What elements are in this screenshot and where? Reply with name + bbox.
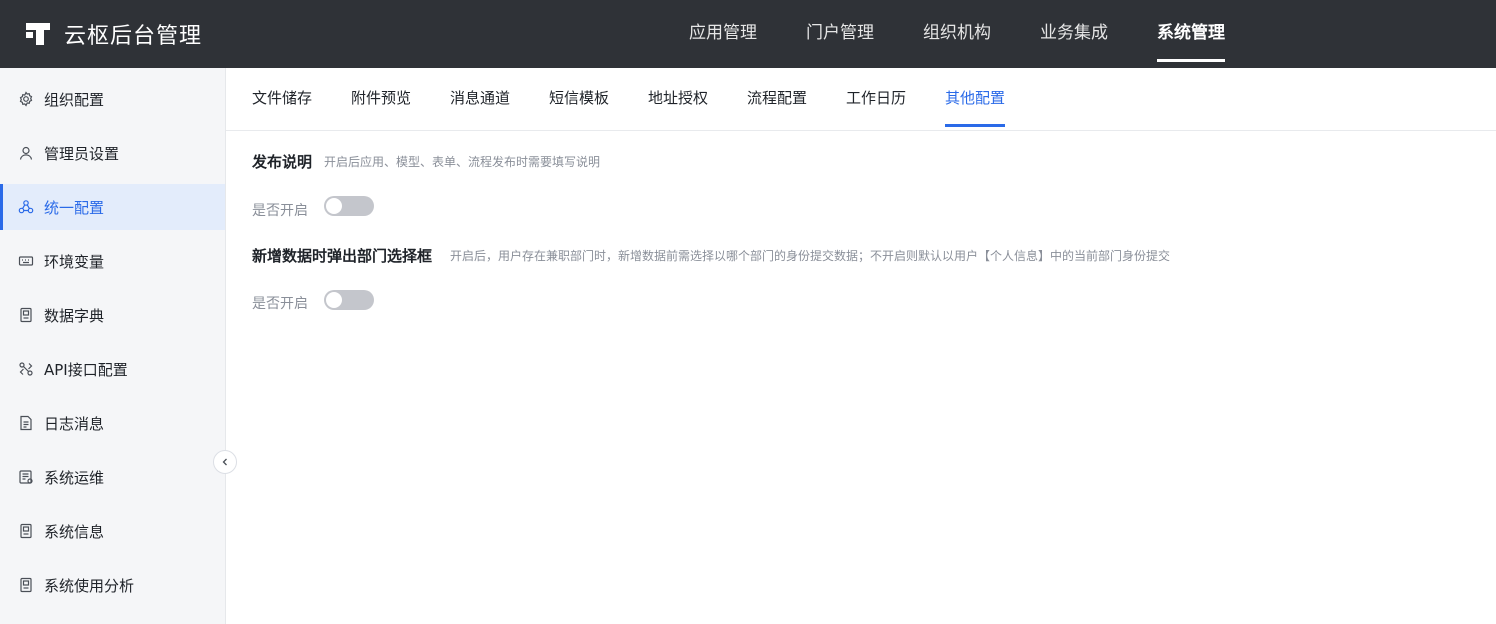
- toggle-label-department-selector: 是否开启: [252, 296, 308, 312]
- sidebar-item-log-messages[interactable]: 日志消息: [0, 400, 225, 446]
- logo-icon: [26, 21, 54, 47]
- sidebar-collapse-button[interactable]: [213, 450, 237, 474]
- top-nav-portal-management[interactable]: 门户管理: [806, 0, 874, 68]
- sidebar-item-label: 系统信息: [44, 522, 105, 541]
- sidebar-item-label: 组织配置: [44, 90, 105, 109]
- sidebar-item-label: API接口配置: [44, 360, 128, 379]
- top-nav-app-management[interactable]: 应用管理: [689, 0, 757, 68]
- tab-address-authorization[interactable]: 地址授权: [648, 68, 708, 131]
- sidebar-item-label: 系统运维: [44, 468, 105, 487]
- tab-file-storage[interactable]: 文件储存: [252, 68, 312, 131]
- toggle-knob: [326, 198, 342, 214]
- sidebar-item-usage-analysis[interactable]: 系统使用分析: [0, 562, 225, 608]
- department-selector-toggle[interactable]: [324, 290, 374, 310]
- sidebar-item-label: 管理员设置: [44, 144, 120, 163]
- analysis-icon: [18, 577, 34, 593]
- top-nav-business-integration[interactable]: 业务集成: [1040, 0, 1108, 68]
- sidebar-item-system-ops[interactable]: 系统运维: [0, 454, 225, 500]
- sidebar-item-label: 统一配置: [44, 198, 105, 217]
- sidebar-item-label: 环境变量: [44, 252, 105, 271]
- sidebar-item-org-config[interactable]: 组织配置: [0, 76, 225, 122]
- tab-workflow-config[interactable]: 流程配置: [747, 68, 807, 131]
- setting-description-release-notes: 开启后应用、模型、表单、流程发布时需要填写说明: [324, 155, 601, 169]
- user-icon: [18, 145, 34, 161]
- setting-title-department-selector: 新增数据时弹出部门选择框: [252, 247, 433, 265]
- tab-other-config[interactable]: 其他配置: [945, 68, 1006, 131]
- top-nav-organization[interactable]: 组织机构: [923, 0, 991, 68]
- sidebar-item-data-dictionary[interactable]: 数据字典: [0, 292, 225, 338]
- sidebar-item-env-variables[interactable]: 环境变量: [0, 238, 225, 284]
- tab-sms-template[interactable]: 短信模板: [549, 68, 609, 131]
- sidebar: 组织配置 管理员设置 统一配置 环境变量 数据字典 API接口配置 日志消息 系…: [0, 68, 226, 624]
- sidebar-item-unified-config[interactable]: 统一配置: [0, 184, 225, 230]
- sidebar-item-admin-settings[interactable]: 管理员设置: [0, 130, 225, 176]
- sidebar-item-label: 数据字典: [44, 306, 105, 325]
- document-icon: [18, 415, 34, 431]
- api-icon: [18, 361, 34, 377]
- sidebar-item-label: 日志消息: [44, 414, 105, 433]
- top-bar: 云枢后台管理 应用管理 门户管理 组织机构 业务集成 系统管理: [0, 0, 1496, 68]
- info-card-icon: [18, 523, 34, 539]
- sidebar-item-api-config[interactable]: API接口配置: [0, 346, 225, 392]
- app-logo[interactable]: 云枢后台管理: [26, 20, 203, 49]
- sidebar-item-label: 系统使用分析: [44, 576, 135, 595]
- tab-work-calendar[interactable]: 工作日历: [846, 68, 906, 131]
- keyboard-icon: [18, 253, 34, 269]
- top-nav-system-management[interactable]: 系统管理: [1157, 0, 1225, 68]
- release-notes-toggle[interactable]: [324, 196, 374, 216]
- tab-attachment-preview[interactable]: 附件预览: [351, 68, 411, 131]
- config-tabs: 文件储存 附件预览 消息通道 短信模板 地址授权 流程配置 工作日历 其他配置: [226, 68, 1496, 131]
- app-title: 云枢后台管理: [64, 24, 203, 49]
- toggle-knob: [326, 292, 342, 308]
- sidebar-item-system-info[interactable]: 系统信息: [0, 508, 225, 554]
- chevron-left-icon: [222, 458, 227, 466]
- toggle-label-release-notes: 是否开启: [252, 203, 308, 219]
- book-icon: [18, 307, 34, 323]
- monitor-icon: [18, 469, 34, 485]
- nodes-icon: [18, 199, 34, 215]
- setting-description-department-selector: 开启后，用户存在兼职部门时，新增数据前需选择以哪个部门的身份提交数据；不开启则默…: [450, 249, 1171, 263]
- setting-title-release-notes: 发布说明: [252, 153, 313, 171]
- tab-message-channel[interactable]: 消息通道: [450, 68, 510, 131]
- gear-icon: [18, 91, 34, 107]
